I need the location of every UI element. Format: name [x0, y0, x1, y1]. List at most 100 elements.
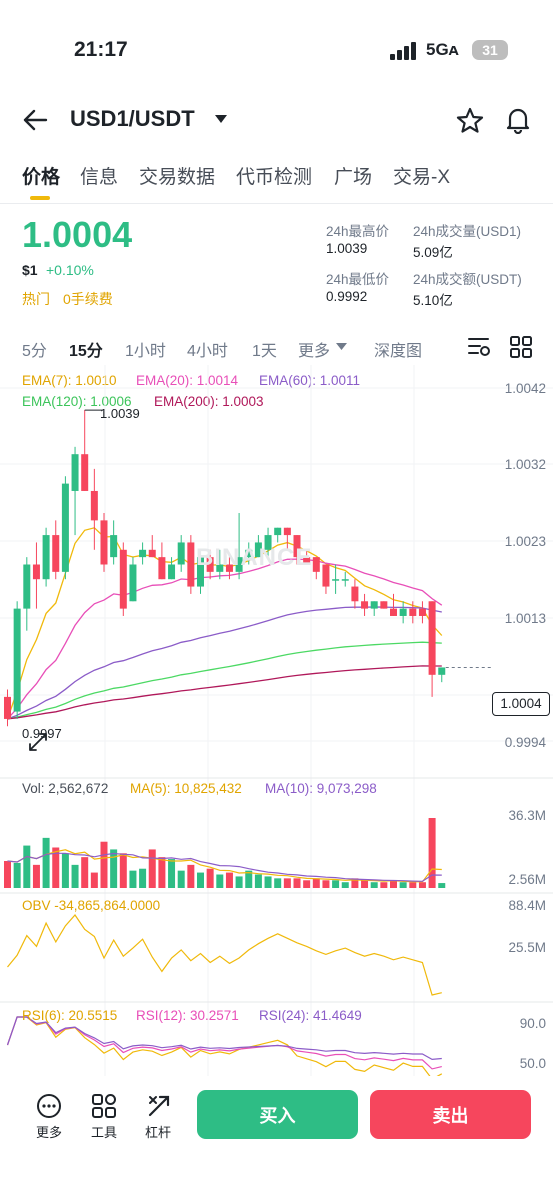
bell-icon[interactable]	[505, 106, 531, 134]
candle-body	[380, 601, 388, 609]
rsi24-label: RSI(24): 41.4649	[259, 1008, 362, 1023]
candle-body	[61, 483, 69, 572]
volume-bar	[380, 882, 388, 888]
divider	[0, 203, 553, 204]
volume-bar	[216, 874, 224, 888]
candle-body	[351, 586, 359, 602]
current-price-tag[interactable]: 1.0004	[492, 692, 550, 716]
tab-token-check[interactable]: 代币检测	[236, 162, 312, 189]
watermark: BINANCE	[196, 544, 313, 571]
vol-axis-top: 36.3M	[508, 808, 546, 823]
stat-low-value: 0.9992	[326, 289, 368, 304]
tag-zero-fee[interactable]: 0手续费	[63, 289, 113, 309]
obv-axis-top: 88.4M	[508, 898, 546, 913]
volume-bar	[61, 853, 69, 888]
candle-body	[100, 520, 108, 565]
volume-bar	[71, 864, 79, 888]
tools-icon[interactable]	[91, 1093, 117, 1119]
tab-trade-x[interactable]: 交易-X	[393, 162, 450, 189]
volume-bar	[100, 841, 108, 888]
leverage-icon[interactable]	[146, 1093, 172, 1119]
volume-bar	[312, 878, 320, 888]
volume-bar	[187, 864, 195, 888]
tab-trading-data[interactable]: 交易数据	[139, 162, 215, 189]
indicator-settings-icon[interactable]	[467, 336, 491, 358]
timeframe-4h[interactable]: 4小时	[187, 337, 228, 361]
tab-price[interactable]: 价格	[22, 162, 60, 189]
price-axis-label: 1.0023	[504, 534, 546, 549]
vol-axis-bottom: 2.56M	[508, 872, 546, 887]
footer-leverage-label[interactable]: 杠杆	[138, 1122, 178, 1141]
ema60-line	[7, 606, 442, 720]
rsi-axis-mid: 50.0	[519, 1056, 546, 1071]
candle-body	[119, 549, 127, 609]
timeframe-1h[interactable]: 1小时	[125, 337, 166, 361]
tab-bar: 价格 信息 交易数据 代币检测 广场 交易-X	[20, 162, 540, 192]
volume-bar	[370, 882, 378, 888]
volume-bar	[322, 880, 330, 888]
price-axis-label: 1.0032	[504, 457, 546, 472]
volume-bar	[129, 870, 137, 888]
stat-low-label: 24h最低价	[326, 272, 390, 287]
volume-bar	[225, 872, 233, 888]
volume-bar	[23, 845, 31, 888]
vol-label: Vol: 2,562,672	[22, 781, 109, 796]
timeframe-15m[interactable]: 15分	[69, 337, 103, 361]
volume-bar	[42, 837, 50, 888]
stat-volume-value: 5.09亿	[413, 245, 453, 260]
volume-bar	[90, 872, 98, 888]
timeframe-1d[interactable]: 1天	[252, 337, 277, 361]
volume-bar	[4, 861, 11, 888]
candle-body	[187, 542, 195, 587]
candle-body	[81, 454, 89, 491]
candle-body	[42, 535, 50, 580]
more-icon[interactable]	[36, 1093, 62, 1119]
volume-bar	[206, 868, 214, 888]
signal-icon	[390, 42, 416, 60]
star-icon[interactable]	[456, 107, 484, 134]
price-change: +0.10%	[46, 262, 94, 278]
volume-bar	[32, 864, 40, 888]
footer-tools-label[interactable]: 工具	[84, 1122, 124, 1141]
tag-hot[interactable]: 热门	[22, 289, 50, 309]
volume-bar	[119, 853, 127, 888]
pair-title[interactable]: USD1/USDT	[70, 106, 195, 132]
volume-bar	[110, 849, 118, 888]
candle-body	[438, 667, 446, 675]
depth-chart-tab[interactable]: 深度图	[374, 337, 422, 361]
candle-body	[390, 608, 397, 616]
candle-body	[322, 564, 330, 587]
tab-info[interactable]: 信息	[80, 162, 118, 189]
footer-more-label[interactable]: 更多	[29, 1122, 69, 1141]
rsi12-label: RSI(12): 30.2571	[136, 1008, 239, 1023]
volume-bar	[13, 862, 21, 888]
more-caret-icon[interactable]	[336, 343, 347, 351]
volume-bar	[438, 883, 446, 888]
candle-body	[52, 535, 60, 572]
expand-icon[interactable]	[26, 730, 50, 754]
layout-grid-icon[interactable]	[510, 336, 532, 358]
candle-body	[139, 549, 147, 558]
timeframe-more[interactable]: 更多	[298, 337, 330, 361]
sell-button[interactable]: 卖出	[370, 1090, 531, 1139]
volume-bar	[361, 880, 369, 888]
price-axis-label: 1.0042	[504, 381, 546, 396]
volume-bar	[158, 857, 166, 888]
ema200-line	[7, 665, 442, 720]
tab-square[interactable]: 广场	[334, 162, 372, 189]
back-arrow-icon[interactable]	[22, 108, 48, 132]
candle-body	[177, 542, 185, 565]
fiat-price: $1	[22, 262, 38, 278]
volume-bar	[264, 876, 272, 888]
battery-indicator: 31	[472, 40, 508, 60]
candle-body	[23, 564, 31, 609]
candle-body	[71, 454, 79, 491]
candle-body	[361, 601, 369, 609]
obv-label: OBV -34,865,864.0000	[22, 898, 161, 913]
caret-down-icon[interactable]	[214, 114, 228, 124]
buy-button[interactable]: 买入	[197, 1090, 358, 1139]
volume-bar	[81, 857, 89, 888]
timeframe-5m[interactable]: 5分	[22, 337, 47, 361]
volume-bar	[235, 876, 243, 888]
volume-bar	[428, 818, 436, 888]
